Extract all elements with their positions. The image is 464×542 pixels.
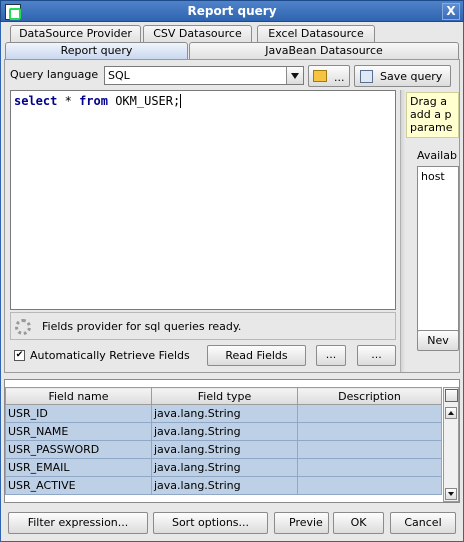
- tab-excel-datasource[interactable]: Excel Datasource: [257, 25, 375, 42]
- table-row[interactable]: USR_ID java.lang.String: [5, 404, 442, 423]
- auto-retrieve-label: Automatically Retrieve Fields: [30, 349, 190, 362]
- list-item[interactable]: host: [421, 170, 445, 183]
- read-fields-button[interactable]: Read Fields: [207, 345, 306, 366]
- save-query-button[interactable]: Save query: [354, 65, 451, 87]
- query-language-select[interactable]: SQL: [104, 66, 304, 85]
- table-vertical-scrollbar[interactable]: [443, 387, 459, 502]
- column-header-field-name[interactable]: Field name: [5, 387, 152, 405]
- parameters-side-panel: Drag a add a p parame Availab host Nev: [400, 90, 459, 372]
- description-cell: [297, 476, 442, 495]
- window-title: Report query: [187, 4, 277, 18]
- tab-csv-datasource[interactable]: CSV Datasource: [143, 25, 252, 42]
- auto-retrieve-checkbox[interactable]: ✔: [14, 350, 25, 361]
- table-row[interactable]: USR_NAME java.lang.String: [5, 422, 442, 441]
- field-type-cell: java.lang.String: [151, 458, 298, 477]
- table-row[interactable]: USR_EMAIL java.lang.String: [5, 458, 442, 477]
- more-options-button-2[interactable]: ...: [357, 345, 396, 366]
- field-name-cell: USR_ID: [5, 404, 152, 423]
- query-language-value: SQL: [108, 69, 130, 82]
- tab-javabean-datasource[interactable]: JavaBean Datasource: [189, 42, 459, 59]
- description-cell: [297, 422, 442, 441]
- preview-button[interactable]: Previe: [274, 512, 329, 534]
- scroll-down-icon[interactable]: [445, 488, 457, 500]
- column-header-description[interactable]: Description: [297, 387, 442, 405]
- scroll-up-icon[interactable]: [445, 407, 457, 419]
- parameters-tip: Drag a add a p parame: [406, 92, 459, 138]
- status-text: Fields provider for sql queries ready.: [42, 320, 242, 333]
- table-row[interactable]: USR_ACTIVE java.lang.String: [5, 476, 442, 495]
- status-bar: Fields provider for sql queries ready.: [10, 312, 396, 340]
- save-icon: [360, 70, 373, 83]
- field-name-cell: USR_EMAIL: [5, 458, 152, 477]
- filter-expression-button[interactable]: Filter expression...: [8, 512, 148, 534]
- field-name-cell: USR_ACTIVE: [5, 476, 152, 495]
- new-parameter-button[interactable]: Nev: [417, 330, 459, 351]
- column-header-field-type[interactable]: Field type: [151, 387, 298, 405]
- column-picker-icon[interactable]: [445, 389, 458, 402]
- ok-button[interactable]: OK: [333, 512, 384, 534]
- open-query-button[interactable]: ...: [308, 65, 350, 87]
- chevron-down-icon: [286, 67, 303, 84]
- tab-report-query[interactable]: Report query: [5, 42, 188, 59]
- close-button[interactable]: X: [442, 3, 460, 20]
- fields-table-container: Field name Field type Description USR_ID…: [4, 379, 460, 503]
- loading-spinner-icon: [15, 319, 31, 335]
- query-language-label: Query language: [10, 68, 99, 81]
- field-type-cell: java.lang.String: [151, 440, 298, 459]
- description-cell: [297, 404, 442, 423]
- sort-options-button[interactable]: Sort options...: [153, 512, 268, 534]
- tab-datasource-provider[interactable]: DataSource Provider: [10, 25, 141, 42]
- available-parameters-label: Availab: [417, 149, 457, 162]
- fields-table: Field name Field type Description USR_ID…: [5, 387, 442, 495]
- available-parameters-list[interactable]: host: [417, 166, 459, 346]
- more-options-button-1[interactable]: ...: [316, 345, 346, 366]
- field-name-cell: USR_PASSWORD: [5, 440, 152, 459]
- sql-editor[interactable]: select * from OKM_USER;: [10, 90, 396, 310]
- field-type-cell: java.lang.String: [151, 404, 298, 423]
- table-row[interactable]: USR_PASSWORD java.lang.String: [5, 440, 442, 459]
- folder-icon: [313, 70, 327, 82]
- field-name-cell: USR_NAME: [5, 422, 152, 441]
- cancel-button[interactable]: Cancel: [390, 512, 456, 534]
- field-type-cell: java.lang.String: [151, 422, 298, 441]
- field-type-cell: java.lang.String: [151, 476, 298, 495]
- description-cell: [297, 458, 442, 477]
- title-bar: Report query X: [0, 0, 464, 22]
- description-cell: [297, 440, 442, 459]
- sql-text: select * from OKM_USER;: [14, 94, 182, 108]
